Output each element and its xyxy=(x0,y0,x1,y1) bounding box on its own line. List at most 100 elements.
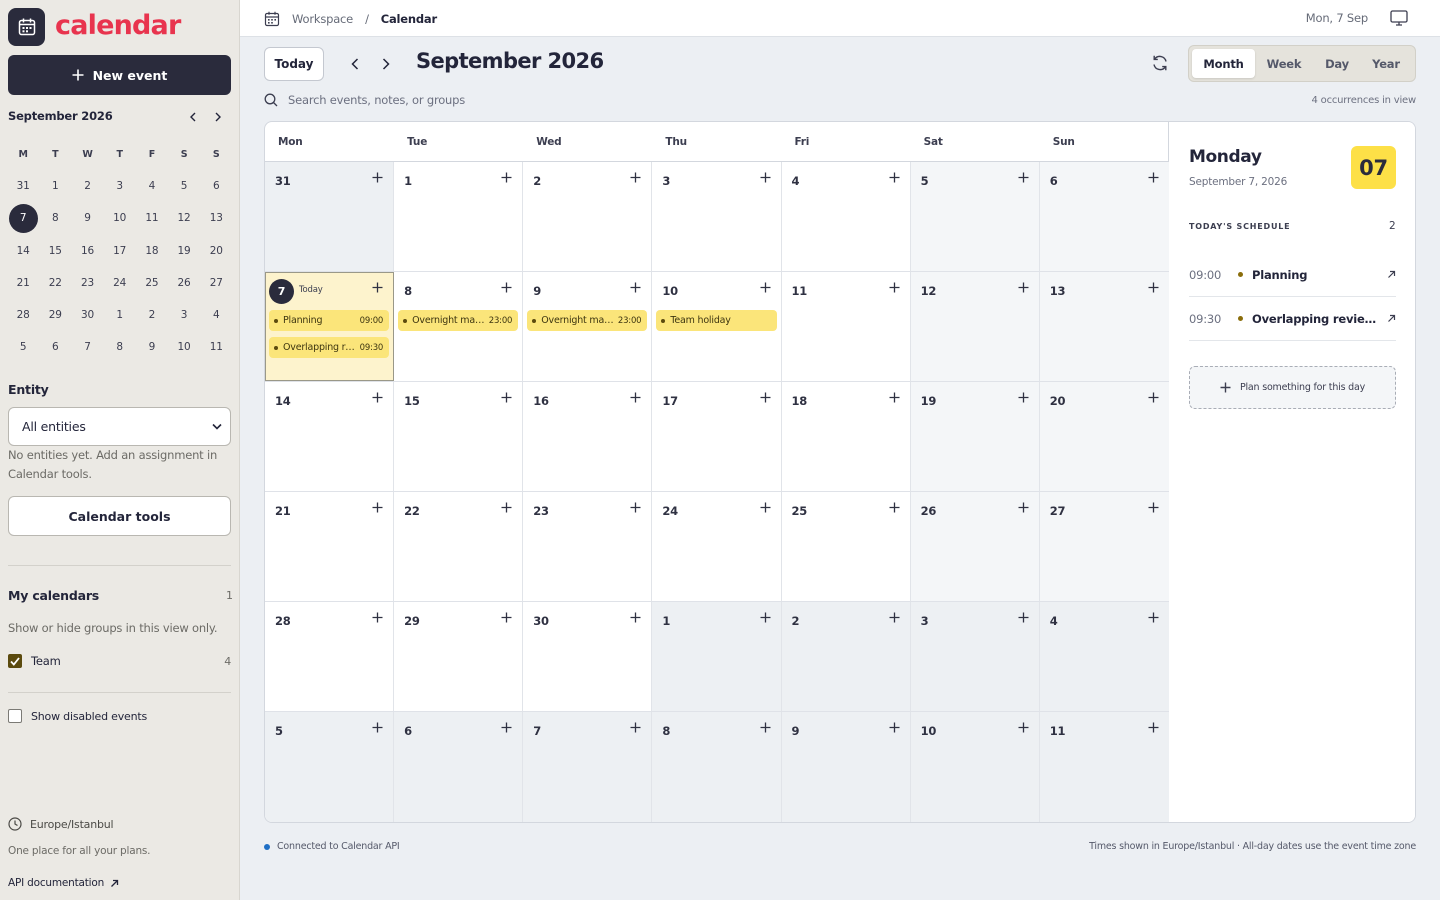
mini-day[interactable]: 19 xyxy=(168,235,200,267)
day-cell[interactable]: 3 xyxy=(910,602,1040,711)
mini-day[interactable]: 23 xyxy=(71,267,103,299)
day-cell[interactable]: 10 xyxy=(910,712,1040,822)
mini-day[interactable]: 1 xyxy=(104,299,136,331)
day-cell[interactable]: 14 xyxy=(265,382,395,491)
day-cell[interactable]: 18 xyxy=(781,382,911,491)
add-event-button[interactable] xyxy=(501,722,512,733)
event-chip[interactable]: Overlapping re... 09:30 xyxy=(269,337,390,358)
mini-day[interactable]: 6 xyxy=(39,331,71,363)
add-event-button[interactable] xyxy=(501,282,512,293)
mini-day[interactable]: 9 xyxy=(136,331,168,363)
add-event-button[interactable] xyxy=(760,392,771,403)
add-event-button[interactable] xyxy=(372,612,383,623)
mini-day[interactable]: 14 xyxy=(7,235,39,267)
day-cell[interactable]: 21 xyxy=(265,492,395,601)
mini-day[interactable]: 10 xyxy=(104,202,136,234)
event-chip[interactable]: Planning 09:00 xyxy=(269,310,390,331)
mini-day[interactable]: 29 xyxy=(39,299,71,331)
day-cell[interactable]: 7 xyxy=(523,712,653,822)
add-event-button[interactable] xyxy=(630,392,641,403)
day-cell[interactable]: 29 xyxy=(394,602,524,711)
add-event-button[interactable] xyxy=(501,612,512,623)
add-event-button[interactable] xyxy=(1148,502,1159,513)
mini-next-month-button[interactable] xyxy=(208,107,228,127)
add-event-button[interactable] xyxy=(889,502,900,513)
plan-something-button[interactable]: Plan something for this day xyxy=(1189,366,1396,409)
add-event-button[interactable] xyxy=(889,612,900,623)
open-arrow-icon[interactable] xyxy=(1387,314,1396,323)
add-event-button[interactable] xyxy=(760,172,771,183)
view-tab-year[interactable]: Year xyxy=(1361,49,1411,78)
calendar-tools-button[interactable]: Calendar tools xyxy=(8,496,231,536)
add-event-button[interactable] xyxy=(889,722,900,733)
mini-day[interactable]: 6 xyxy=(200,170,232,202)
mini-day[interactable]: 17 xyxy=(104,235,136,267)
add-event-button[interactable] xyxy=(1018,172,1029,183)
add-event-button[interactable] xyxy=(1148,722,1159,733)
view-tab-week[interactable]: Week xyxy=(1255,49,1313,78)
new-event-button[interactable]: New event xyxy=(8,55,231,95)
calendar-group-team[interactable]: Team 4 xyxy=(8,654,231,668)
add-event-button[interactable] xyxy=(889,282,900,293)
add-event-button[interactable] xyxy=(1148,392,1159,403)
day-cell[interactable]: 13 xyxy=(1039,272,1169,381)
day-cell[interactable]: 16 xyxy=(523,382,653,491)
day-cell[interactable]: 25 xyxy=(781,492,911,601)
add-event-button[interactable] xyxy=(630,722,641,733)
day-cell[interactable]: 8 Overnight main... 23:00 xyxy=(394,272,524,381)
show-disabled-toggle[interactable]: Show disabled events xyxy=(8,709,147,723)
mini-day[interactable]: 4 xyxy=(200,299,232,331)
day-cell[interactable]: 28 xyxy=(265,602,395,711)
day-cell[interactable]: 20 xyxy=(1039,382,1169,491)
search-bar[interactable]: Search events, notes, or groups xyxy=(264,93,764,107)
add-event-button[interactable] xyxy=(372,282,383,293)
open-arrow-icon[interactable] xyxy=(1387,270,1396,279)
team-checkbox[interactable] xyxy=(8,654,22,668)
day-cell[interactable]: 7 Today Planning 09:00 Overlapping re... 09:3… xyxy=(265,272,395,381)
add-event-button[interactable] xyxy=(630,502,641,513)
day-cell[interactable]: 15 xyxy=(394,382,524,491)
add-event-button[interactable] xyxy=(372,392,383,403)
mini-day[interactable]: 31 xyxy=(7,170,39,202)
day-cell[interactable]: 5 xyxy=(265,712,395,822)
add-event-button[interactable] xyxy=(1018,282,1029,293)
entity-select[interactable]: All entities xyxy=(8,407,231,446)
add-event-button[interactable] xyxy=(372,722,383,733)
mini-day[interactable]: 22 xyxy=(39,267,71,299)
add-event-button[interactable] xyxy=(1018,502,1029,513)
day-cell[interactable]: 12 xyxy=(910,272,1040,381)
day-cell[interactable]: 27 xyxy=(1039,492,1169,601)
add-event-button[interactable] xyxy=(630,172,641,183)
day-cell[interactable]: 11 xyxy=(781,272,911,381)
mini-day[interactable]: 8 xyxy=(39,202,71,234)
add-event-button[interactable] xyxy=(889,172,900,183)
mini-day[interactable]: 15 xyxy=(39,235,71,267)
prev-month-button[interactable] xyxy=(345,54,365,74)
day-cell[interactable]: 23 xyxy=(523,492,653,601)
add-event-button[interactable] xyxy=(501,502,512,513)
day-cell[interactable]: 4 xyxy=(1039,602,1169,711)
add-event-button[interactable] xyxy=(630,612,641,623)
day-cell[interactable]: 24 xyxy=(652,492,782,601)
day-cell[interactable]: 1 xyxy=(652,602,782,711)
today-button[interactable]: Today xyxy=(264,47,324,81)
day-cell[interactable]: 10 Team holiday xyxy=(652,272,782,381)
day-cell[interactable]: 2 xyxy=(523,162,653,271)
day-cell[interactable]: 9 Overnight main... 23:00 xyxy=(523,272,653,381)
api-documentation-link[interactable]: API documentation xyxy=(8,877,119,889)
day-cell[interactable]: 17 xyxy=(652,382,782,491)
add-event-button[interactable] xyxy=(760,502,771,513)
mini-prev-month-button[interactable] xyxy=(183,107,203,127)
day-cell[interactable]: 19 xyxy=(910,382,1040,491)
add-event-button[interactable] xyxy=(372,502,383,513)
day-cell[interactable]: 1 xyxy=(394,162,524,271)
mini-day[interactable]: 11 xyxy=(136,202,168,234)
add-event-button[interactable] xyxy=(889,392,900,403)
mini-day[interactable]: 24 xyxy=(104,267,136,299)
mini-day[interactable]: 10 xyxy=(168,331,200,363)
add-event-button[interactable] xyxy=(501,172,512,183)
mini-day[interactable]: 1 xyxy=(39,170,71,202)
mini-day[interactable]: 13 xyxy=(200,202,232,234)
mini-day[interactable]: 12 xyxy=(168,202,200,234)
day-cell[interactable]: 3 xyxy=(652,162,782,271)
